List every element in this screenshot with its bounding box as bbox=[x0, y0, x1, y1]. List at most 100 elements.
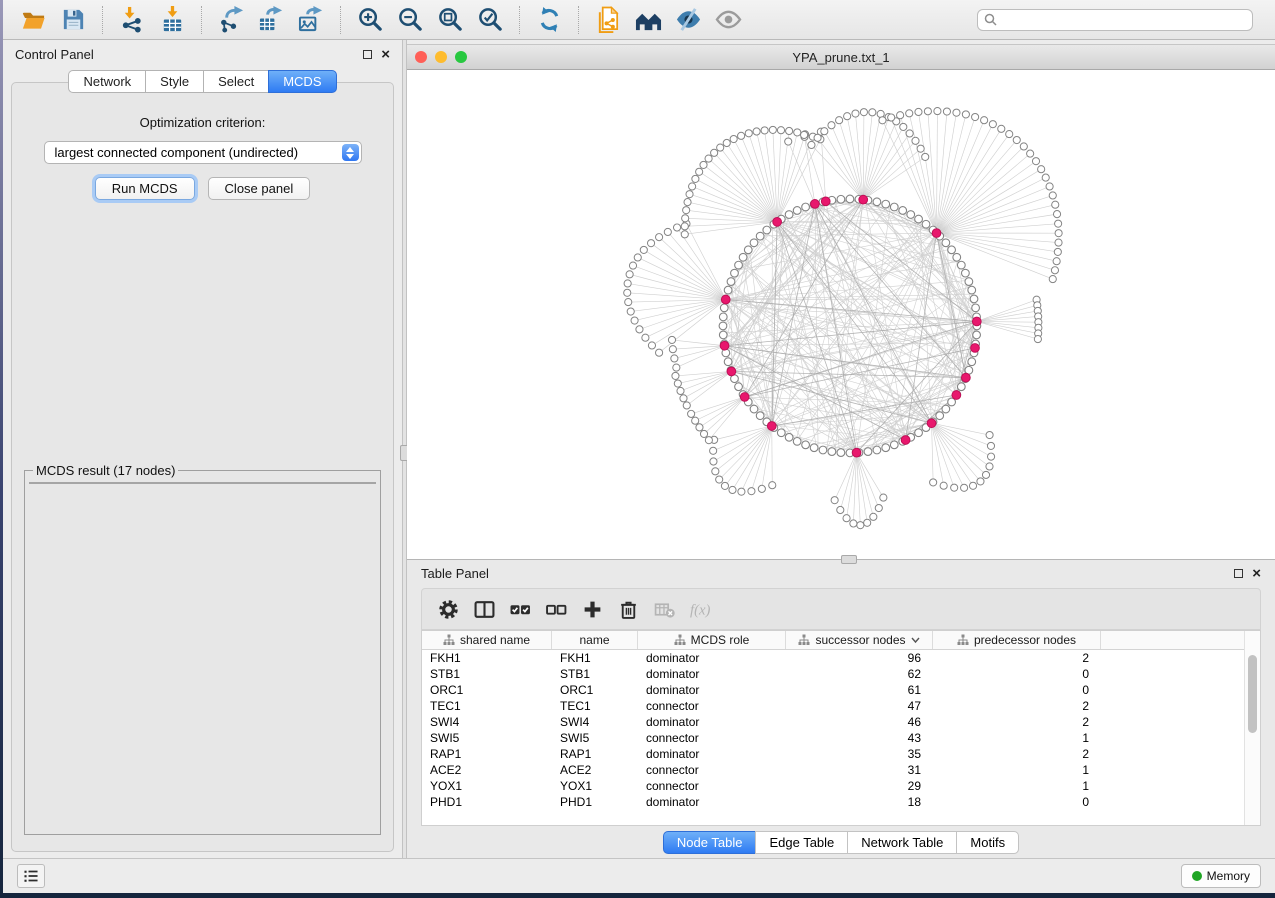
network-window: YPA_prune.txt_1 bbox=[407, 40, 1275, 560]
table-row[interactable]: SWI5 SWI5 connector 43 1 bbox=[422, 730, 1244, 746]
toolbar-separator bbox=[578, 6, 579, 34]
table-row[interactable]: TEC1 TEC1 connector 47 2 bbox=[422, 698, 1244, 714]
export-image-button[interactable] bbox=[291, 3, 331, 37]
window-maximize-icon[interactable] bbox=[455, 51, 467, 63]
table-panel-header: Table Panel × bbox=[407, 560, 1275, 586]
column-header-MCDS-role[interactable]: MCDS role bbox=[638, 631, 786, 649]
zoom-out-button[interactable] bbox=[390, 3, 430, 37]
shared-column-icon bbox=[674, 634, 686, 646]
zoom-fit-button[interactable] bbox=[430, 3, 470, 37]
table-row[interactable]: YOX1 YOX1 connector 29 1 bbox=[422, 778, 1244, 794]
deselect-all-columns-button[interactable] bbox=[538, 592, 574, 626]
toolbar-separator bbox=[102, 6, 103, 34]
save-session-button[interactable] bbox=[53, 3, 93, 37]
column-header-predecessor-nodes[interactable]: predecessor nodes bbox=[933, 631, 1101, 649]
network-titlebar: YPA_prune.txt_1 bbox=[407, 44, 1275, 70]
export-network-button[interactable] bbox=[211, 3, 251, 37]
close-panel-icon[interactable]: × bbox=[381, 50, 390, 59]
control-panel: Control Panel × NetworkStyleSelectMCDS O… bbox=[3, 40, 402, 858]
column-header-shared-name[interactable]: shared name bbox=[422, 631, 552, 649]
toolbar-separator bbox=[201, 6, 202, 34]
import-network-button[interactable] bbox=[112, 3, 152, 37]
svg-text:f(x): f(x) bbox=[690, 602, 710, 618]
window-minimize-icon[interactable] bbox=[435, 51, 447, 63]
tab-node-table[interactable]: Node Table bbox=[663, 831, 756, 854]
zoom-in-button[interactable] bbox=[350, 3, 390, 37]
network-overview-button[interactable] bbox=[628, 3, 668, 37]
hide-selected-button[interactable] bbox=[668, 3, 708, 37]
hide-selected-icon bbox=[675, 6, 702, 33]
tab-select[interactable]: Select bbox=[203, 70, 268, 93]
export-network-icon bbox=[218, 6, 245, 33]
delete-table-icon bbox=[654, 599, 675, 620]
table-row[interactable]: STB1 STB1 dominator 62 0 bbox=[422, 666, 1244, 682]
delete-column-button[interactable] bbox=[610, 592, 646, 626]
search-input[interactable] bbox=[1001, 13, 1246, 27]
table-row[interactable]: RAP1 RAP1 dominator 35 2 bbox=[422, 746, 1244, 762]
memory-status-icon bbox=[1192, 871, 1202, 881]
criterion-label: Optimization criterion: bbox=[24, 115, 381, 130]
refresh-view-button[interactable] bbox=[529, 3, 569, 37]
table-row[interactable]: ORC1 ORC1 dominator 61 0 bbox=[422, 682, 1244, 698]
column-layout-button[interactable] bbox=[466, 592, 502, 626]
import-table-icon bbox=[159, 6, 186, 33]
horizontal-splitter-handle[interactable] bbox=[841, 555, 857, 564]
shared-column-icon bbox=[443, 634, 455, 646]
column-header-successor-nodes[interactable]: successor nodes bbox=[786, 631, 933, 649]
tab-network-table[interactable]: Network Table bbox=[847, 831, 956, 854]
float-panel-icon[interactable] bbox=[363, 50, 372, 59]
memory-label: Memory bbox=[1207, 869, 1250, 883]
network-canvas[interactable] bbox=[407, 70, 1275, 559]
memory-button[interactable]: Memory bbox=[1181, 864, 1261, 888]
share-document-button[interactable] bbox=[588, 3, 628, 37]
search-box[interactable] bbox=[977, 9, 1253, 31]
table-panel: Table Panel × f(x) shared namenameMCDS r… bbox=[407, 560, 1275, 858]
table-row[interactable]: SWI4 SWI4 dominator 46 2 bbox=[422, 714, 1244, 730]
mcds-result-groupbox: MCDS result (17 nodes) PHD1CAR1STP4TID3Y… bbox=[24, 463, 381, 835]
add-column-button[interactable] bbox=[574, 592, 610, 626]
open-file-button[interactable] bbox=[13, 3, 53, 37]
tab-motifs[interactable]: Motifs bbox=[956, 831, 1019, 854]
network-title: YPA_prune.txt_1 bbox=[407, 50, 1275, 65]
tab-edge-table[interactable]: Edge Table bbox=[755, 831, 847, 854]
table-scrollbar[interactable] bbox=[1244, 631, 1260, 825]
table-row[interactable]: FKH1 FKH1 dominator 96 2 bbox=[422, 650, 1244, 666]
criterion-dropdown[interactable]: largest connected component (undirected) bbox=[44, 141, 362, 164]
delete-column-icon bbox=[618, 599, 639, 620]
run-mcds-button[interactable]: Run MCDS bbox=[95, 177, 195, 200]
main-toolbar bbox=[3, 0, 1275, 40]
control-panel-header: Control Panel × bbox=[3, 40, 402, 68]
close-panel-button[interactable]: Close panel bbox=[208, 177, 311, 200]
zoom-selected-button[interactable] bbox=[470, 3, 510, 37]
toolbar-separator bbox=[340, 6, 341, 34]
window-close-icon[interactable] bbox=[415, 51, 427, 63]
control-panel-title: Control Panel bbox=[15, 47, 94, 62]
table-header-row: shared namenameMCDS rolesuccessor nodesp… bbox=[422, 631, 1244, 650]
table-scrollbar-thumb[interactable] bbox=[1248, 655, 1257, 733]
column-header-name[interactable]: name bbox=[552, 631, 638, 649]
open-file-icon bbox=[20, 6, 47, 33]
table-row[interactable]: PHD1 PHD1 dominator 18 0 bbox=[422, 794, 1244, 810]
export-table-button[interactable] bbox=[251, 3, 291, 37]
tab-mcds[interactable]: MCDS bbox=[268, 70, 336, 93]
tab-style[interactable]: Style bbox=[145, 70, 203, 93]
task-history-button[interactable] bbox=[17, 864, 45, 888]
show-hidden-button[interactable] bbox=[708, 3, 748, 37]
tab-network[interactable]: Network bbox=[68, 70, 145, 93]
settings-gear-button[interactable] bbox=[430, 592, 466, 626]
table-body: FKH1 FKH1 dominator 96 2 STB1 STB1 domin… bbox=[422, 650, 1244, 810]
zoom-fit-icon bbox=[437, 6, 464, 33]
float-table-panel-icon[interactable] bbox=[1234, 569, 1243, 578]
zoom-in-icon bbox=[357, 6, 384, 33]
table-tabs: Node TableEdge TableNetwork TableMotifs bbox=[407, 826, 1275, 858]
close-table-panel-icon[interactable]: × bbox=[1252, 569, 1261, 578]
export-image-icon bbox=[298, 6, 325, 33]
table-row[interactable]: ACE2 ACE2 connector 31 1 bbox=[422, 762, 1244, 778]
import-table-button[interactable] bbox=[152, 3, 192, 37]
mcds-panel: Optimization criterion: largest connecte… bbox=[11, 82, 394, 852]
select-all-columns-button[interactable] bbox=[502, 592, 538, 626]
node-table: shared namenameMCDS rolesuccessor nodesp… bbox=[421, 630, 1261, 826]
delete-table-button bbox=[646, 592, 682, 626]
mcds-result-list[interactable]: PHD1CAR1STP4TID3YOX1SWI4SRD1PMA2FKH1ACE2… bbox=[29, 482, 376, 484]
refresh-view-icon bbox=[536, 6, 563, 33]
